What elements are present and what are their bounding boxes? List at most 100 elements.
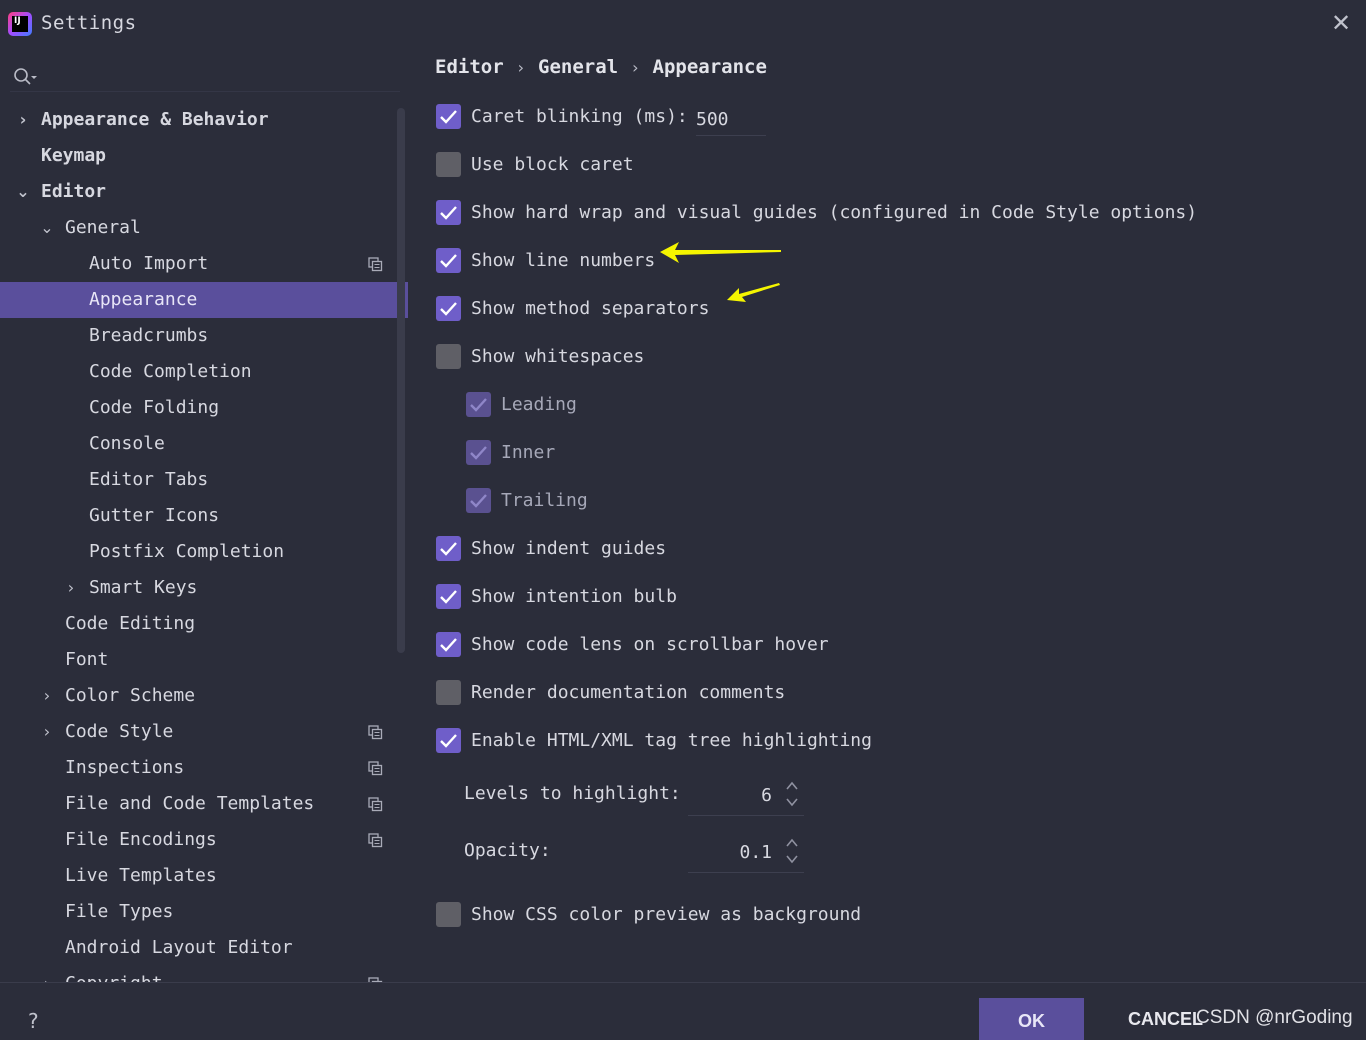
show-whitespaces-checkbox[interactable] — [436, 344, 461, 369]
tree-item-label: Postfix Completion — [89, 541, 285, 562]
tree-item-gutter-icons[interactable]: Gutter Icons — [0, 498, 408, 534]
tree-scrollbar[interactable] — [397, 108, 405, 653]
tree-item-label: Code Style — [65, 721, 174, 742]
render-documentation-comments-checkbox[interactable] — [436, 680, 461, 705]
close-icon[interactable]: ✕ — [1328, 10, 1354, 36]
tree-item-label: File and Code Templates — [65, 793, 315, 814]
tree-item-keymap[interactable]: Keymap — [0, 138, 408, 174]
show-indent-guides-checkbox[interactable] — [436, 536, 461, 561]
project-settings-icon — [368, 257, 383, 272]
chevron-down-icon[interactable]: ⌄ — [37, 210, 57, 246]
opacity-input[interactable] — [688, 837, 772, 867]
tree-item-auto-import[interactable]: Auto Import — [0, 246, 408, 282]
tree-item-appearance[interactable]: Appearance — [0, 282, 408, 318]
tree-item-code-style[interactable]: › Code Style — [0, 714, 408, 750]
search-input[interactable] — [44, 64, 394, 90]
tree-item-inspections[interactable]: Inspections — [0, 750, 408, 786]
tree-item-code-completion[interactable]: Code Completion — [0, 354, 408, 390]
tree-item-copyright[interactable]: › Copyright — [0, 966, 408, 982]
tree-item-code-editing[interactable]: Code Editing — [0, 606, 408, 642]
tree-item-font[interactable]: Font — [0, 642, 408, 678]
tree-item-editor[interactable]: ⌄ Editor — [0, 174, 408, 210]
levels-label: Levels to highlight: — [464, 783, 681, 804]
tree-item-appearance-behavior[interactable]: › Appearance & Behavior — [0, 102, 408, 138]
tree-item-label: Code Completion — [89, 361, 252, 382]
tree-item-label: Copyright — [65, 966, 163, 982]
watermark: CSDN @nrGoding — [1196, 1007, 1353, 1028]
checkmark-icon — [440, 638, 457, 652]
levels-input[interactable] — [688, 780, 772, 810]
tree-item-code-folding[interactable]: Code Folding — [0, 390, 408, 426]
tree-item-label: Editor — [41, 181, 107, 202]
breadcrumb-separator: › — [632, 58, 639, 77]
chevron-down-icon[interactable] — [784, 795, 800, 809]
tree-item-console[interactable]: Console — [0, 426, 408, 462]
help-button[interactable]: ? — [28, 1009, 39, 1033]
tree-item-label: Auto Import — [89, 253, 209, 274]
option-label: Show CSS color preview as background — [471, 904, 862, 925]
chevron-up-icon[interactable] — [784, 836, 800, 850]
app-icon-text: IJ — [12, 16, 28, 32]
tree-item-live-templates[interactable]: Live Templates — [0, 858, 408, 894]
show-intention-bulb-checkbox[interactable] — [436, 584, 461, 609]
tree-item-breadcrumbs[interactable]: Breadcrumbs — [0, 318, 408, 354]
breadcrumb: Editor › General › Appearance — [435, 56, 767, 84]
chevron-down-icon[interactable] — [784, 852, 800, 866]
tree-item-smart-keys[interactable]: › Smart Keys — [0, 570, 408, 606]
chevron-right-icon[interactable]: › — [13, 102, 33, 138]
chevron-right-icon[interactable]: › — [37, 966, 57, 982]
tree-item-label: Appearance — [89, 289, 198, 310]
option-label: Caret blinking (ms): — [471, 106, 688, 127]
option-label: Render documentation comments — [471, 682, 786, 703]
checkmark-icon — [440, 206, 457, 220]
option-label: Use block caret — [471, 154, 634, 175]
chevron-right-icon[interactable]: › — [61, 570, 81, 606]
use-block-caret-checkbox[interactable] — [436, 152, 461, 177]
show-method-separators-checkbox[interactable] — [436, 296, 461, 321]
tree-item-postfix-completion[interactable]: Postfix Completion — [0, 534, 408, 570]
window-title: Settings — [41, 12, 137, 34]
ok-button[interactable]: OK — [979, 998, 1084, 1040]
tree-item-color-scheme[interactable]: › Color Scheme — [0, 678, 408, 714]
annotation-arrow-icon — [727, 283, 780, 302]
project-settings-icon — [368, 725, 383, 740]
title-bar: IJ Settings ✕ — [0, 0, 1366, 48]
chevron-up-icon[interactable] — [784, 779, 800, 793]
chevron-right-icon[interactable]: › — [37, 678, 57, 714]
show-css-color-preview-as-background-checkbox[interactable] — [436, 902, 461, 927]
tree-item-label: File Encodings — [65, 829, 217, 850]
option-label: Show whitespaces — [471, 346, 645, 367]
project-settings-icon — [368, 797, 383, 812]
levels-spinner — [688, 776, 804, 816]
caret-blinking-ms-checkbox[interactable] — [436, 104, 461, 129]
tree-item-label: Inspections — [65, 757, 185, 778]
tree-item-label: General — [65, 217, 141, 238]
annotation-arrow-icon — [660, 242, 781, 263]
intellij-logo-icon: IJ — [8, 12, 32, 36]
project-settings-icon — [368, 761, 383, 776]
caret-blink-input[interactable] — [696, 104, 766, 136]
tree-item-editor-tabs[interactable]: Editor Tabs — [0, 462, 408, 498]
tree-item-file-and-code-templates[interactable]: File and Code Templates — [0, 786, 408, 822]
tree-item-label: Color Scheme — [65, 685, 196, 706]
chevron-down-icon[interactable]: ⌄ — [13, 174, 33, 210]
checkmark-icon — [440, 110, 457, 124]
tree-item-file-types[interactable]: File Types — [0, 894, 408, 930]
tree-item-label: Smart Keys — [89, 577, 198, 598]
breadcrumb-editor[interactable]: Editor — [435, 56, 504, 78]
enable-html-xml-tag-tree-highlighting-checkbox[interactable] — [436, 728, 461, 753]
show-line-numbers-checkbox[interactable] — [436, 248, 461, 273]
cancel-button[interactable]: CANCEL — [1128, 1009, 1203, 1030]
tree-item-android-layout-editor[interactable]: Android Layout Editor — [0, 930, 408, 966]
option-label: Show code lens on scrollbar hover — [471, 634, 829, 655]
show-hard-wrap-and-visual-guides-configured-in-code-style-options-checkbox[interactable] — [436, 200, 461, 225]
breadcrumb-general[interactable]: General — [538, 56, 618, 78]
tree-item-file-encodings[interactable]: File Encodings — [0, 822, 408, 858]
trailing-checkbox — [466, 488, 491, 513]
option-label: Show line numbers — [471, 250, 656, 271]
chevron-right-icon[interactable]: › — [37, 714, 57, 750]
breadcrumb-separator: › — [517, 58, 525, 77]
show-code-lens-on-scrollbar-hover-checkbox[interactable] — [436, 632, 461, 657]
tree-item-label: Code Folding — [89, 397, 220, 418]
tree-item-general[interactable]: ⌄ General — [0, 210, 408, 246]
